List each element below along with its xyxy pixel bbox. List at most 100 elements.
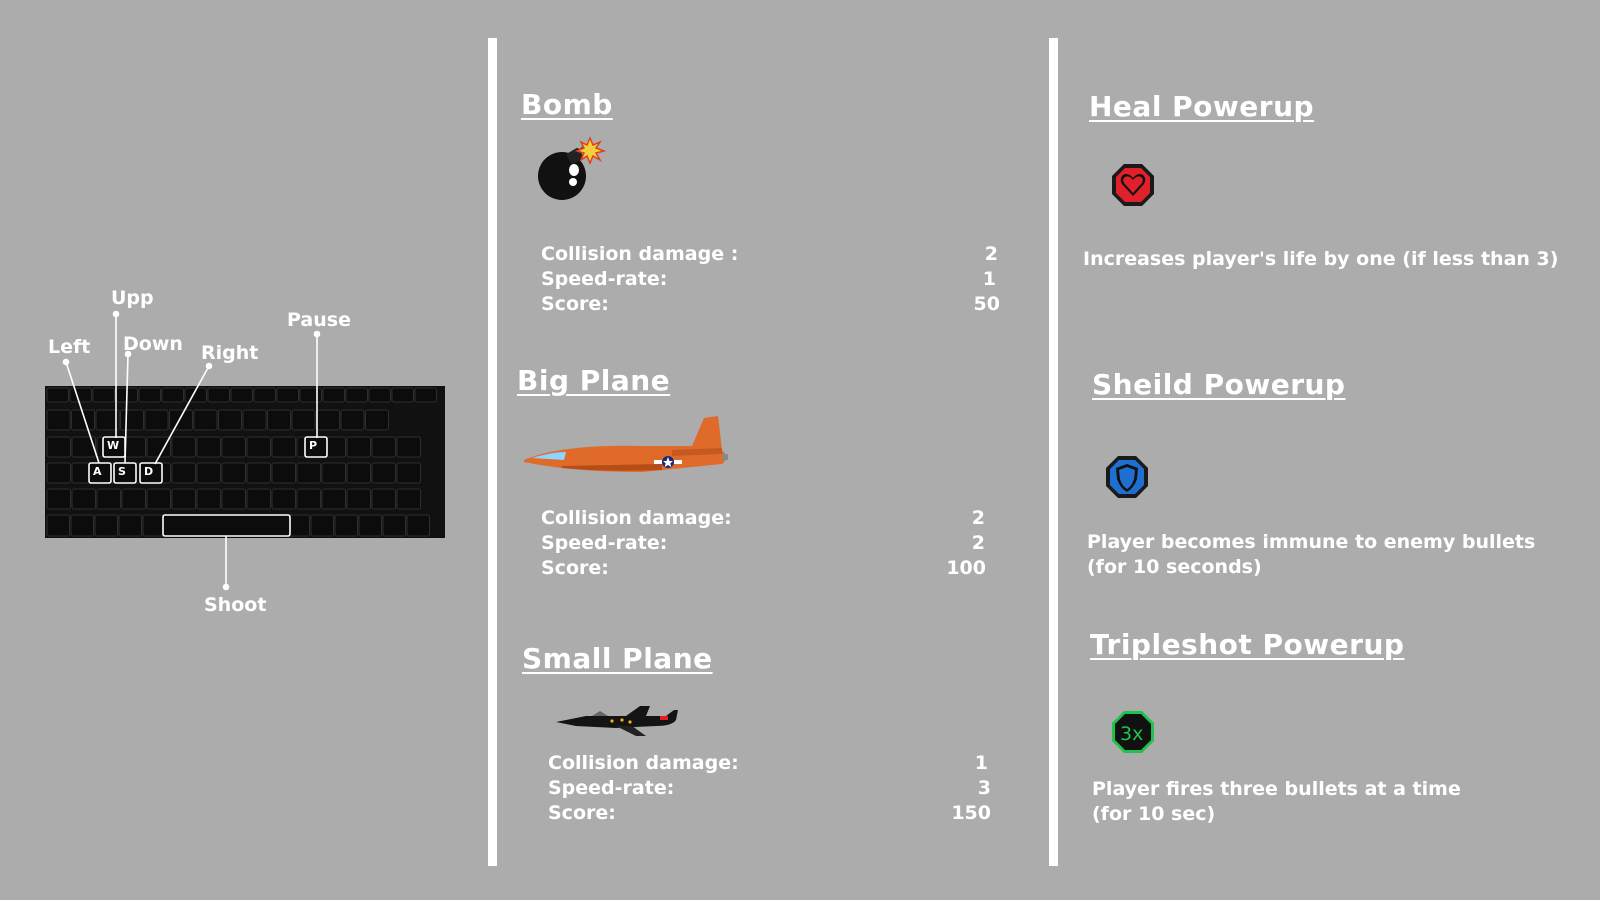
keyboard-key <box>94 514 118 537</box>
keyboard-key <box>196 436 221 458</box>
stat-label: Collision damage: <box>548 752 739 774</box>
keyboard-key <box>242 409 267 431</box>
keyboard-key <box>46 436 71 458</box>
keyboard-key <box>414 387 437 403</box>
keyboard-key <box>322 387 345 403</box>
keyboard-key <box>92 387 115 403</box>
keyboard-key <box>368 387 391 403</box>
powerup-title-shield: Sheild Powerup <box>1092 368 1346 401</box>
keyboard-key <box>406 514 430 537</box>
keyboard-key <box>71 488 96 510</box>
keyboard-key <box>316 409 340 431</box>
stat-value: 2 <box>984 243 998 265</box>
keyboard-key <box>271 462 296 484</box>
key-a-glyph: A <box>93 465 102 478</box>
stat-value: 2 <box>971 532 985 554</box>
enemy-title-small-plane: Small Plane <box>522 642 713 675</box>
keyboard-key <box>171 462 196 484</box>
keyboard-key <box>296 488 321 510</box>
tripleshot-icon: 3x <box>1112 711 1154 753</box>
powerup-desc-tripleshot: Player fires three bullets at a time (fo… <box>1092 777 1461 827</box>
keyboard-key <box>396 462 421 484</box>
keyboard-key <box>291 409 316 431</box>
keyboard-key <box>46 462 71 484</box>
keyboard-key <box>346 462 371 484</box>
keyboard-key <box>340 409 365 431</box>
keyboard-key <box>207 387 230 403</box>
keyboard-key <box>118 514 142 537</box>
enemy-title-big-plane: Big Plane <box>517 364 671 397</box>
keyboard-key <box>276 387 299 403</box>
keyboard-key <box>253 387 276 403</box>
keyboard-key <box>345 387 368 403</box>
keyboard-key <box>246 436 271 458</box>
keyboard-key <box>358 514 382 537</box>
stat-value: 1 <box>974 752 988 774</box>
powerup-title-heal: Heal Powerup <box>1089 90 1315 123</box>
keyboard-key <box>171 488 196 510</box>
stat-label: Score: <box>541 293 609 315</box>
shield-icon <box>1106 456 1148 498</box>
stat-value: 2 <box>971 507 985 529</box>
stat-value: 100 <box>946 557 986 579</box>
keyboard-key <box>246 462 271 484</box>
powerup-desc-shield: Player becomes immune to enemy bullets (… <box>1087 530 1535 580</box>
powerup-title-tripleshot: Tripleshot Powerup <box>1090 628 1405 661</box>
keyboard-key <box>396 488 421 510</box>
key-space <box>162 514 291 537</box>
keyboard-key <box>267 409 291 431</box>
stat-label: Speed-rate: <box>541 268 668 290</box>
keyboard-key <box>142 514 166 537</box>
stat-label: Collision damage: <box>541 507 732 529</box>
key-p-glyph: P <box>309 439 317 452</box>
keyboard-key <box>196 462 221 484</box>
keyboard-key <box>193 409 218 431</box>
keyboard-key <box>144 409 169 431</box>
keyboard-key <box>221 488 246 510</box>
stat-label: Collision damage : <box>541 243 739 265</box>
stat-label: Score: <box>541 557 609 579</box>
keyboard-key <box>382 514 406 537</box>
keyboard-key <box>46 387 69 403</box>
keyboard-key <box>221 436 246 458</box>
heart-icon <box>1112 164 1154 206</box>
keyboard-key <box>230 387 253 403</box>
keyboard-key <box>46 514 70 537</box>
stat-value: 3 <box>977 777 991 799</box>
keyboard-image: W A S D P <box>45 310 445 591</box>
jet-fighter-icon <box>556 706 678 736</box>
desc-line: Player becomes immune to enemy bullets <box>1087 531 1536 553</box>
keyboard-key <box>120 409 144 431</box>
bomb-icon <box>538 136 607 200</box>
keyboard-key <box>371 436 396 458</box>
keyboard-key <box>69 387 92 403</box>
keyboard-key <box>396 436 421 458</box>
keyboard-key <box>46 488 71 510</box>
keyboard-key <box>221 462 246 484</box>
orange-plane-icon <box>524 416 728 472</box>
keyboard-key <box>271 488 296 510</box>
divider-right <box>1049 38 1058 866</box>
keyboard-key <box>391 387 414 403</box>
keyboard-key <box>218 409 242 431</box>
keyboard-key <box>96 488 121 510</box>
stat-label: Speed-rate: <box>548 777 675 799</box>
keyboard-key <box>161 387 184 403</box>
keyboard-key <box>334 514 358 537</box>
keyboard-key <box>321 462 346 484</box>
keyboard-key <box>138 387 161 403</box>
desc-line: (for 10 seconds) <box>1087 556 1262 578</box>
keyboard-key <box>296 462 321 484</box>
keyboard-key <box>346 488 371 510</box>
keyboard-key <box>146 488 171 510</box>
keyboard-key <box>146 436 171 458</box>
keyboard-key <box>310 514 334 537</box>
keyboard-key <box>271 436 296 458</box>
keyboard-key <box>46 409 71 431</box>
stat-label: Speed-rate: <box>541 532 668 554</box>
stat-label: Score: <box>548 802 616 824</box>
keyboard-key <box>321 488 346 510</box>
key-s-glyph: S <box>118 465 126 478</box>
keyboard-key <box>169 409 193 431</box>
keyboard-key <box>196 488 221 510</box>
